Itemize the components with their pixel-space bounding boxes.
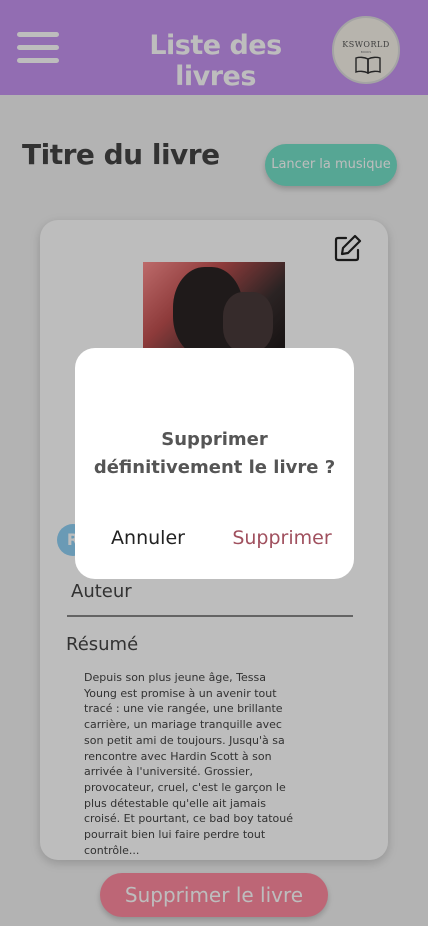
cancel-button[interactable]: Annuler bbox=[105, 527, 191, 549]
confirm-delete-button[interactable]: Supprimer bbox=[230, 527, 334, 549]
confirm-delete-dialog: Supprimer définitivement le livre ? Annu… bbox=[75, 348, 354, 579]
dialog-message: Supprimer définitivement le livre ? bbox=[93, 429, 336, 478]
